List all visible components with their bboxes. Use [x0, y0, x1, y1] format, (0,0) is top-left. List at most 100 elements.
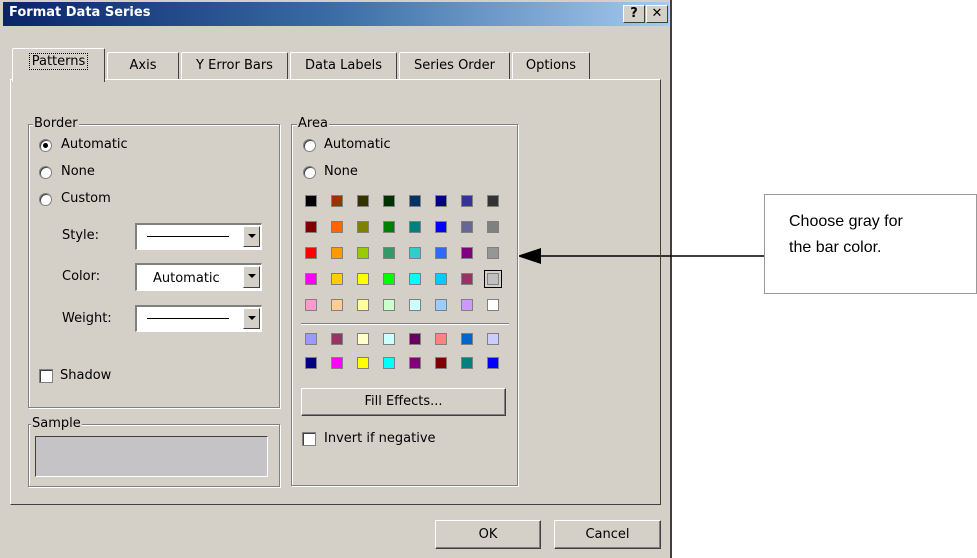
- area-none-label: None: [324, 164, 358, 179]
- color-swatch[interactable]: [305, 221, 317, 233]
- color-swatch[interactable]: [331, 195, 343, 207]
- callout-line-1: Choose gray for: [789, 213, 903, 230]
- color-swatch[interactable]: [331, 333, 343, 345]
- close-button[interactable]: ✕: [646, 5, 668, 23]
- color-swatch[interactable]: [383, 357, 395, 369]
- tab-y-error-bars[interactable]: Y Error Bars: [181, 52, 288, 80]
- color-swatch[interactable]: [487, 221, 499, 233]
- area-group-label: Area: [297, 116, 329, 131]
- shadow-checkbox[interactable]: [39, 369, 53, 383]
- color-swatch[interactable]: [383, 195, 395, 207]
- border-none-radio[interactable]: [39, 166, 52, 179]
- color-swatch[interactable]: [331, 299, 343, 311]
- color-swatch[interactable]: [305, 195, 317, 207]
- color-swatch[interactable]: [305, 247, 317, 259]
- color-swatch[interactable]: [331, 247, 343, 259]
- color-swatch[interactable]: [383, 299, 395, 311]
- color-swatch[interactable]: [461, 273, 473, 285]
- color-swatch[interactable]: [357, 333, 369, 345]
- cancel-button[interactable]: Cancel: [554, 520, 661, 549]
- color-swatch[interactable]: [409, 247, 421, 259]
- color-swatch[interactable]: [487, 195, 499, 207]
- color-swatch[interactable]: [383, 273, 395, 285]
- weight-dropdown[interactable]: [135, 305, 262, 332]
- color-swatch[interactable]: [305, 273, 317, 285]
- color-swatch[interactable]: [357, 299, 369, 311]
- fill-effects-button[interactable]: Fill Effects...: [301, 388, 506, 416]
- color-swatch[interactable]: [331, 221, 343, 233]
- color-swatch-selected[interactable]: [484, 270, 502, 288]
- shadow-label: Shadow: [60, 368, 112, 383]
- invert-if-negative-label: Invert if negative: [324, 431, 436, 446]
- color-swatch[interactable]: [461, 247, 473, 259]
- help-button[interactable]: ?: [623, 5, 645, 23]
- tab-patterns[interactable]: Patterns: [12, 48, 105, 82]
- color-swatch[interactable]: [435, 357, 447, 369]
- style-dropdown-chevron-icon[interactable]: [243, 226, 260, 247]
- format-data-series-dialog: Format Data Series ? ✕ Patterns Axis Y E…: [0, 0, 672, 558]
- color-dropdown-chevron-icon[interactable]: [243, 266, 260, 288]
- area-none-radio[interactable]: [303, 166, 316, 179]
- tab-axis[interactable]: Axis: [107, 52, 179, 80]
- border-custom-label: Custom: [61, 191, 111, 206]
- color-swatch[interactable]: [435, 195, 447, 207]
- color-swatch[interactable]: [461, 299, 473, 311]
- color-swatch[interactable]: [305, 299, 317, 311]
- color-swatch[interactable]: [383, 247, 395, 259]
- color-dropdown[interactable]: Automatic: [135, 263, 262, 291]
- color-swatch[interactable]: [357, 273, 369, 285]
- color-swatch[interactable]: [357, 221, 369, 233]
- ok-button[interactable]: OK: [435, 520, 541, 549]
- annotation-callout: Choose gray for the bar color.: [764, 194, 977, 294]
- area-automatic-label: Automatic: [324, 137, 391, 152]
- color-swatch[interactable]: [409, 273, 421, 285]
- color-swatch[interactable]: [435, 221, 447, 233]
- color-swatch[interactable]: [331, 357, 343, 369]
- color-swatch[interactable]: [435, 333, 447, 345]
- color-swatch[interactable]: [461, 221, 473, 233]
- color-swatch[interactable]: [305, 357, 317, 369]
- invert-if-negative-checkbox[interactable]: [302, 432, 316, 446]
- chart-color-palette: [305, 333, 509, 381]
- color-swatch[interactable]: [409, 299, 421, 311]
- color-swatch[interactable]: [435, 247, 447, 259]
- color-swatch[interactable]: [357, 195, 369, 207]
- color-swatch[interactable]: [331, 273, 343, 285]
- color-swatch[interactable]: [461, 357, 473, 369]
- color-swatch[interactable]: [435, 273, 447, 285]
- border-automatic-label: Automatic: [61, 137, 128, 152]
- color-swatch[interactable]: [487, 357, 499, 369]
- color-palette: [305, 195, 509, 315]
- area-automatic-radio[interactable]: [303, 139, 316, 152]
- color-swatch[interactable]: [409, 357, 421, 369]
- tab-series-order[interactable]: Series Order: [399, 52, 510, 80]
- style-label: Style:: [62, 228, 100, 243]
- color-value: Automatic: [153, 271, 220, 286]
- weight-dropdown-chevron-icon[interactable]: [243, 308, 260, 329]
- callout-line-2: the bar color.: [789, 239, 882, 256]
- color-label: Color:: [62, 269, 101, 284]
- color-swatch[interactable]: [435, 299, 447, 311]
- border-automatic-radio[interactable]: [39, 139, 52, 152]
- color-swatch[interactable]: [409, 195, 421, 207]
- border-custom-radio[interactable]: [39, 193, 52, 206]
- color-swatch[interactable]: [487, 333, 499, 345]
- tab-options[interactable]: Options: [512, 52, 590, 80]
- color-swatch[interactable]: [357, 247, 369, 259]
- color-swatch[interactable]: [383, 333, 395, 345]
- color-swatch[interactable]: [357, 357, 369, 369]
- tab-data-labels[interactable]: Data Labels: [290, 52, 397, 80]
- color-swatch[interactable]: [487, 299, 499, 311]
- border-none-label: None: [61, 164, 95, 179]
- color-swatch[interactable]: [305, 333, 317, 345]
- color-swatch[interactable]: [461, 195, 473, 207]
- color-swatch[interactable]: [461, 333, 473, 345]
- palette-divider: [301, 323, 509, 325]
- color-swatch[interactable]: [409, 221, 421, 233]
- color-swatch[interactable]: [487, 247, 499, 259]
- color-swatch[interactable]: [383, 221, 395, 233]
- title-bar[interactable]: Format Data Series ? ✕: [3, 2, 669, 26]
- color-swatch[interactable]: [409, 333, 421, 345]
- sample-group-label: Sample: [31, 416, 82, 431]
- style-dropdown[interactable]: [135, 223, 262, 250]
